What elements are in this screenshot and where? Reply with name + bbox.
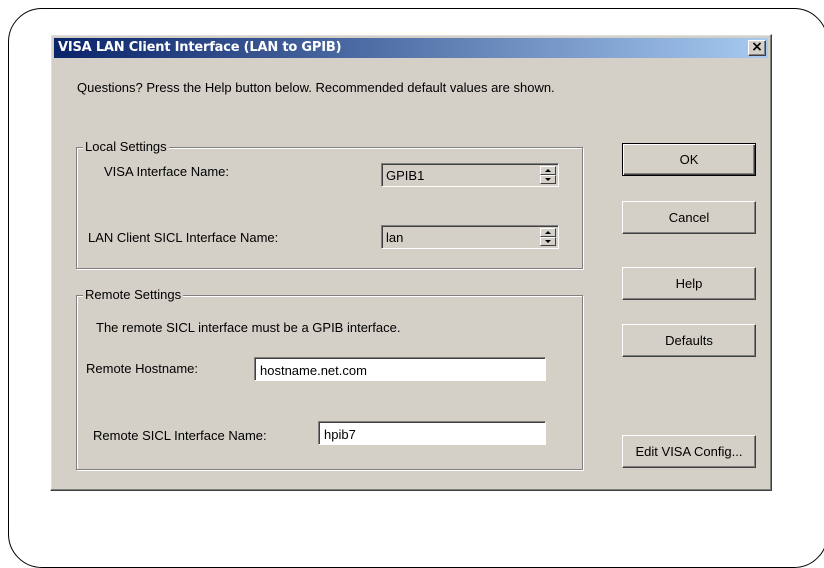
local-settings-label: Local Settings — [83, 139, 169, 154]
lan-client-sicl-label: LAN Client SICL Interface Name: — [88, 230, 279, 245]
spin-up-button[interactable] — [540, 228, 556, 237]
spin-up-button[interactable] — [540, 166, 556, 175]
remote-hostname-label: Remote Hostname: — [86, 361, 198, 376]
spin-up-arrow-icon — [545, 231, 551, 234]
remote-sicl-interface-name-label: Remote SICL Interface Name: — [93, 428, 267, 443]
instructions-text: Questions? Press the Help button below. … — [77, 80, 555, 95]
visa-interface-name-label: VISA Interface Name: — [104, 164, 230, 179]
close-icon: × — [751, 39, 763, 55]
spin-buttons — [540, 228, 556, 246]
close-button[interactable]: × — [748, 40, 766, 56]
remote-settings-label: Remote Settings — [83, 287, 184, 302]
visa-interface-name-spinbox[interactable]: GPIB1 — [381, 163, 559, 187]
ok-button[interactable]: OK — [622, 143, 756, 176]
visa-lan-client-dialog: VISA LAN Client Interface (LAN to GPIB) … — [50, 34, 772, 491]
spin-down-arrow-icon — [545, 178, 551, 181]
spin-up-arrow-icon — [545, 169, 551, 172]
window-title: VISA LAN Client Interface (LAN to GPIB) — [58, 40, 342, 55]
remote-settings-note: The remote SICL interface must be a GPIB… — [96, 320, 401, 335]
remote-sicl-interface-name-input[interactable] — [318, 421, 546, 445]
cancel-button[interactable]: Cancel — [622, 201, 756, 234]
spin-down-button[interactable] — [540, 237, 556, 246]
spin-down-button[interactable] — [540, 175, 556, 184]
lan-client-sicl-spinbox[interactable]: lan — [381, 225, 559, 249]
spin-down-arrow-icon — [545, 240, 551, 243]
title-bar[interactable]: VISA LAN Client Interface (LAN to GPIB) … — [54, 38, 768, 58]
spin-buttons — [540, 166, 556, 184]
help-button[interactable]: Help — [622, 267, 756, 300]
visa-interface-name-value: GPIB1 — [386, 168, 425, 183]
remote-hostname-input[interactable] — [254, 357, 546, 381]
defaults-button[interactable]: Defaults — [622, 324, 756, 357]
lan-client-sicl-value: lan — [386, 230, 404, 245]
edit-visa-config-button[interactable]: Edit VISA Config... — [622, 435, 756, 468]
